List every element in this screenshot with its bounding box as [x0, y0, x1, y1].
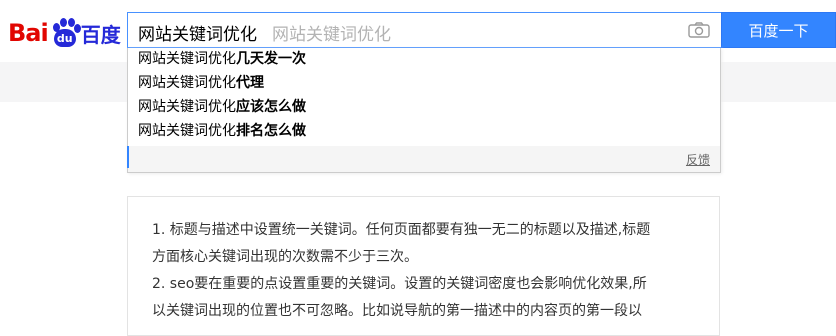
content-card: 1. 标题与描述中设置统一关键词。任何页面都要有独一无二的标题以及描述,标题 方… [127, 196, 720, 336]
suggestion-bold: 几天发一次 [236, 51, 306, 67]
baidu-logo[interactable]: Bai du 百度 [8, 18, 121, 48]
content-line: 以关键词出现的位置也不可忽略。比如说导航的第一描述中的内容页的第一段以 [152, 303, 642, 319]
suggestion-item[interactable]: 网站关键词优化几天发一次 [138, 48, 306, 70]
logo-text-bai: Bai [8, 19, 49, 47]
focus-edge [127, 146, 129, 168]
suggestion-dropdown: 网站关键词优化几天发一次 网站关键词优化代理 网站关键词优化应该怎么做 网站关键… [127, 48, 721, 173]
logo-text-baidu-cn: 百度 [80, 22, 121, 47]
suggestion-item[interactable]: 网站关键词优化代理 [138, 72, 264, 94]
logo-text-du: du [53, 29, 76, 47]
search-box[interactable]: 网站关键词优化 网站关键词优化 [127, 12, 721, 48]
content-line: 1. 标题与描述中设置统一关键词。任何页面都要有独一无二的标题以及描述,标题 [152, 222, 651, 238]
suggestion-bold: 排名怎么做 [236, 123, 306, 139]
suggestion-bold: 应该怎么做 [236, 99, 306, 115]
suggestion-bold: 代理 [236, 75, 264, 91]
suggestion-prefix: 网站关键词优化 [138, 51, 236, 67]
suggestion-item[interactable]: 网站关键词优化排名怎么做 [138, 120, 306, 142]
suggestion-prefix: 网站关键词优化 [138, 75, 236, 91]
paw-icon: du [49, 18, 81, 48]
content-line: 2. seo要在重要的点设置重要的关键词。设置的关键词密度也会影响优化效果,所 [152, 276, 647, 292]
content-line: 方面核心关键词出现的次数需不少于三次。 [152, 249, 418, 265]
suggestion-item[interactable]: 网站关键词优化应该怎么做 [138, 96, 306, 118]
camera-icon[interactable] [688, 22, 710, 38]
suggestion-prefix: 网站关键词优化 [138, 123, 236, 139]
suggestion-footer: 反馈 [128, 146, 720, 172]
search-button[interactable]: 百度一下 [721, 12, 836, 48]
search-placeholder: 网站关键词优化 [272, 25, 391, 45]
feedback-link[interactable]: 反馈 [686, 151, 710, 168]
search-input[interactable]: 网站关键词优化 [138, 20, 257, 45]
suggestion-prefix: 网站关键词优化 [138, 99, 236, 115]
